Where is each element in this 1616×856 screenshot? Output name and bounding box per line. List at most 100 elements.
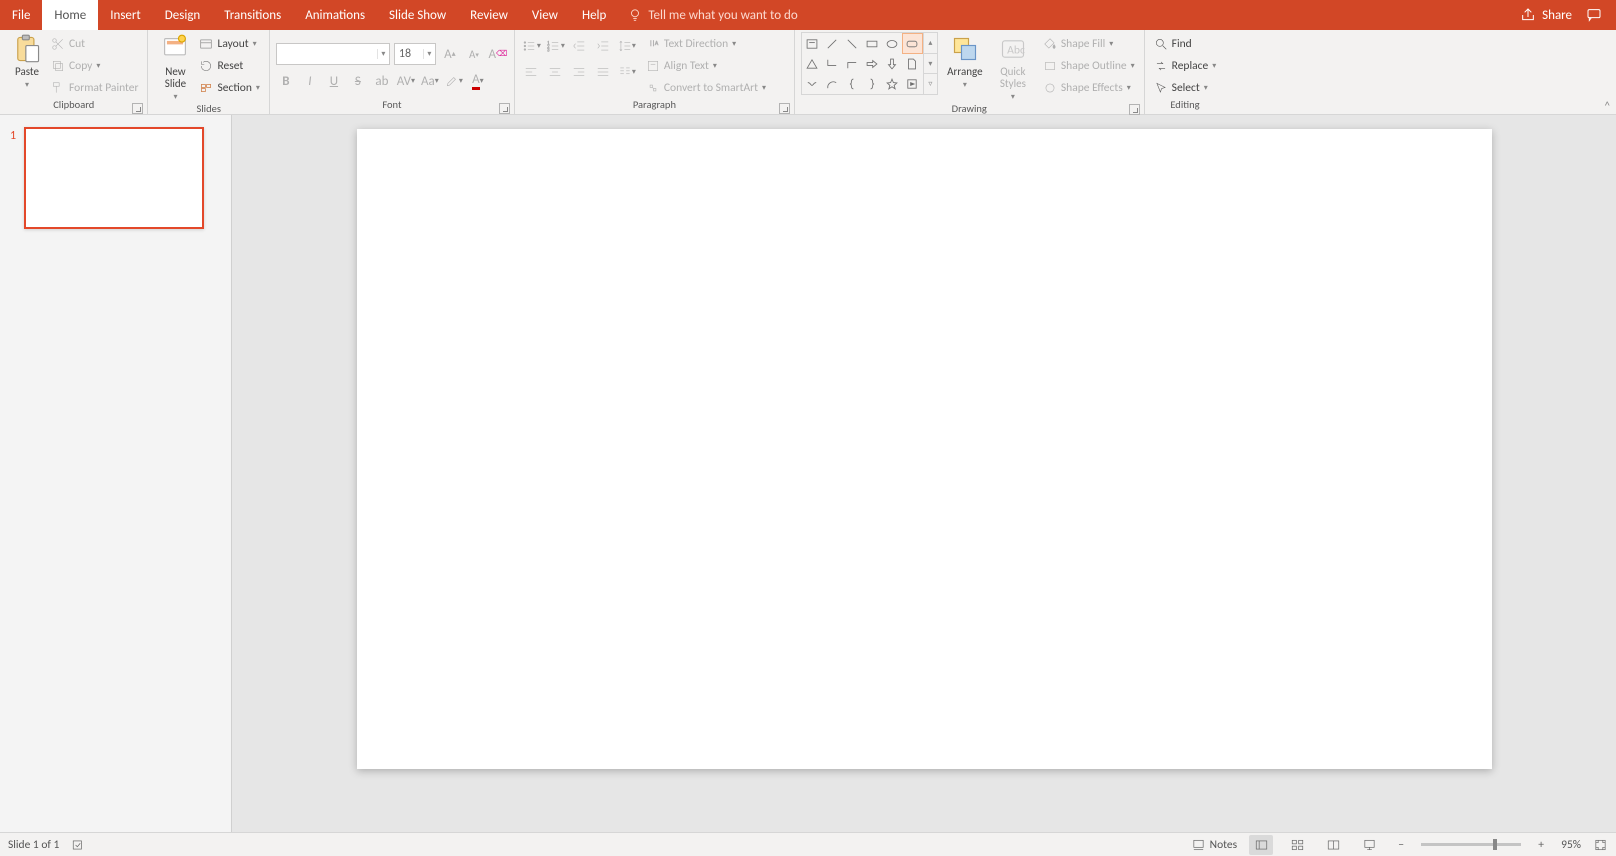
decrease-font-icon[interactable]: A▾ bbox=[464, 44, 484, 64]
new-slide-button[interactable]: New Slide ▾ bbox=[154, 32, 196, 102]
strikethrough-icon[interactable]: S bbox=[348, 71, 368, 91]
slide-thumbnail-1[interactable] bbox=[24, 127, 204, 229]
spellcheck-icon[interactable] bbox=[71, 838, 86, 852]
shape-effects-button[interactable]: Shape Effects▾ bbox=[1040, 78, 1138, 98]
shape-lconnector2-icon[interactable] bbox=[843, 54, 862, 73]
shape-arrow-down-icon[interactable] bbox=[883, 54, 902, 73]
font-name-dropdown-icon[interactable]: ▾ bbox=[377, 49, 389, 59]
tab-home[interactable]: Home bbox=[42, 0, 98, 30]
tab-animations[interactable]: Animations bbox=[293, 0, 377, 30]
shape-arrow-right-icon[interactable] bbox=[863, 54, 882, 73]
paste-button[interactable]: Paste ▾ bbox=[6, 32, 48, 90]
shape-arc-icon[interactable] bbox=[823, 74, 842, 93]
increase-font-icon[interactable]: A▴ bbox=[440, 44, 460, 64]
fit-window-icon[interactable] bbox=[1593, 838, 1608, 852]
view-sorter-icon[interactable] bbox=[1285, 835, 1309, 855]
shape-doc-icon[interactable] bbox=[903, 54, 922, 73]
tab-insert[interactable]: Insert bbox=[98, 0, 153, 30]
collapse-ribbon-icon[interactable]: ^ bbox=[1605, 99, 1610, 112]
slide-canvas[interactable] bbox=[357, 129, 1492, 769]
zoom-slider-thumb[interactable] bbox=[1493, 839, 1497, 850]
comments-icon[interactable] bbox=[1586, 7, 1602, 23]
increase-indent-icon[interactable] bbox=[593, 36, 613, 56]
numbering-icon[interactable]: 123▾ bbox=[545, 36, 565, 56]
font-name-input[interactable] bbox=[277, 44, 377, 64]
char-spacing-icon[interactable]: AV▾ bbox=[396, 71, 416, 91]
select-button[interactable]: Select▾ bbox=[1151, 78, 1211, 98]
font-size-dropdown-icon[interactable]: ▾ bbox=[423, 49, 435, 59]
shapes-gallery[interactable]: ▴ ▾ ▿ bbox=[801, 32, 938, 95]
arrange-dropdown-icon[interactable]: ▾ bbox=[963, 80, 967, 90]
layout-button[interactable]: Layout▾ bbox=[196, 34, 262, 54]
tab-view[interactable]: View bbox=[520, 0, 570, 30]
shape-star-icon[interactable] bbox=[883, 74, 902, 93]
tab-review[interactable]: Review bbox=[458, 0, 520, 30]
gallery-more-icon[interactable]: ▿ bbox=[924, 74, 937, 94]
gallery-scroll-down-icon[interactable]: ▾ bbox=[924, 54, 937, 75]
cut-button[interactable]: Cut bbox=[48, 34, 141, 54]
columns-icon[interactable]: ▾ bbox=[617, 62, 637, 82]
shape-fill-button[interactable]: Shape Fill▾ bbox=[1040, 34, 1138, 54]
view-slideshow-icon[interactable] bbox=[1357, 835, 1381, 855]
font-size-input[interactable] bbox=[395, 44, 423, 64]
view-normal-icon[interactable] bbox=[1249, 835, 1273, 855]
decrease-indent-icon[interactable] bbox=[569, 36, 589, 56]
shape-action-icon[interactable] bbox=[903, 74, 922, 93]
shape-textbox-icon[interactable] bbox=[803, 34, 822, 53]
bullets-icon[interactable]: ▾ bbox=[521, 36, 541, 56]
font-launcher[interactable] bbox=[499, 103, 510, 114]
bold-icon[interactable]: B bbox=[276, 71, 296, 91]
line-spacing-icon[interactable]: ▾ bbox=[617, 36, 637, 56]
tab-file[interactable]: File bbox=[0, 0, 42, 30]
format-painter-button[interactable]: Format Painter bbox=[48, 78, 141, 98]
tab-transitions[interactable]: Transitions bbox=[212, 0, 293, 30]
font-color-icon[interactable]: A▾ bbox=[468, 71, 488, 91]
shadow-icon[interactable]: ab bbox=[372, 71, 392, 91]
highlight-icon[interactable]: ▾ bbox=[444, 71, 464, 91]
clear-formatting-icon[interactable]: A⌫ bbox=[488, 44, 508, 64]
shape-rounded-rect-icon[interactable] bbox=[903, 34, 922, 53]
align-center-icon[interactable] bbox=[545, 62, 565, 82]
shape-lconnector-icon[interactable] bbox=[823, 54, 842, 73]
slide-thumbnails-panel[interactable]: 1 bbox=[0, 115, 232, 832]
align-right-icon[interactable] bbox=[569, 62, 589, 82]
font-size-combo[interactable]: ▾ bbox=[394, 43, 436, 65]
change-case-icon[interactable]: Aa▾ bbox=[420, 71, 440, 91]
align-text-button[interactable]: Align Text▾ bbox=[643, 56, 769, 76]
drawing-launcher[interactable] bbox=[1129, 104, 1140, 115]
zoom-in-button[interactable]: + bbox=[1533, 838, 1549, 852]
tab-design[interactable]: Design bbox=[153, 0, 212, 30]
notes-button[interactable]: Notes bbox=[1191, 838, 1237, 852]
paragraph-launcher[interactable] bbox=[779, 103, 790, 114]
tell-me-search[interactable]: Tell me what you want to do bbox=[618, 0, 807, 30]
shape-connector-icon[interactable] bbox=[803, 74, 822, 93]
reset-button[interactable]: Reset bbox=[196, 56, 262, 76]
italic-icon[interactable]: I bbox=[300, 71, 320, 91]
shape-line2-icon[interactable] bbox=[843, 34, 862, 53]
shape-triangle-icon[interactable] bbox=[803, 54, 822, 73]
shape-brace-right-icon[interactable] bbox=[863, 74, 882, 93]
replace-button[interactable]: Replace▾ bbox=[1151, 56, 1220, 76]
status-slide-indicator[interactable]: Slide 1 of 1 bbox=[8, 838, 59, 852]
clipboard-launcher[interactable] bbox=[132, 103, 143, 114]
shape-brace-left-icon[interactable] bbox=[843, 74, 862, 93]
view-reading-icon[interactable] bbox=[1321, 835, 1345, 855]
copy-button[interactable]: Copy ▾ bbox=[48, 56, 141, 76]
paste-dropdown-icon[interactable]: ▾ bbox=[25, 80, 29, 90]
section-button[interactable]: Section▾ bbox=[196, 78, 262, 98]
share-button[interactable]: Share bbox=[1520, 7, 1572, 23]
new-slide-dropdown-icon[interactable]: ▾ bbox=[173, 92, 177, 102]
align-left-icon[interactable] bbox=[521, 62, 541, 82]
zoom-level[interactable]: 95% bbox=[1561, 838, 1581, 852]
shape-outline-button[interactable]: Shape Outline▾ bbox=[1040, 56, 1138, 76]
font-name-combo[interactable]: ▾ bbox=[276, 43, 390, 65]
quick-styles-dropdown-icon[interactable]: ▾ bbox=[1011, 92, 1015, 102]
slide-canvas-area[interactable] bbox=[232, 115, 1616, 832]
shape-rectangle-icon[interactable] bbox=[863, 34, 882, 53]
tab-slideshow[interactable]: Slide Show bbox=[377, 0, 458, 30]
shape-line-icon[interactable] bbox=[823, 34, 842, 53]
text-direction-button[interactable]: ||A Text Direction▾ bbox=[643, 34, 769, 54]
convert-smartart-button[interactable]: Convert to SmartArt▾ bbox=[643, 78, 769, 98]
arrange-button[interactable]: Arrange ▾ bbox=[944, 32, 986, 90]
shape-oval-icon[interactable] bbox=[883, 34, 902, 53]
